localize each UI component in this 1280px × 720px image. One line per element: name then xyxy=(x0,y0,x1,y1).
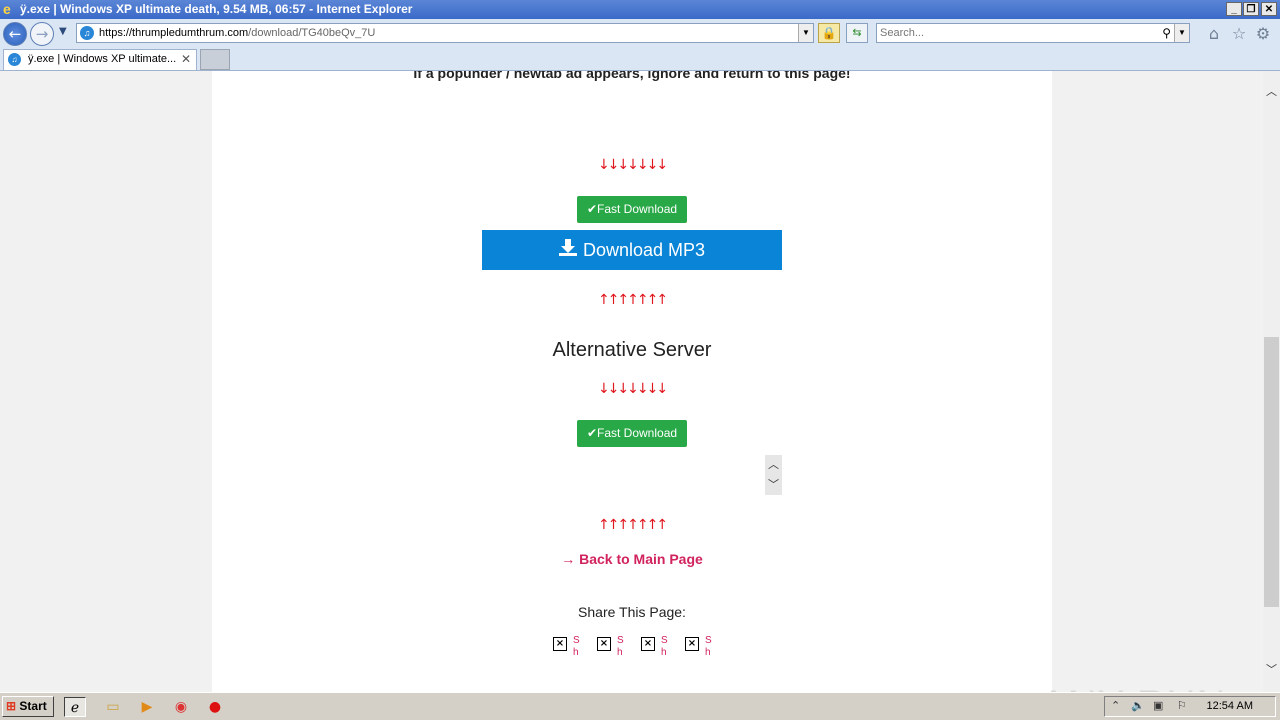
home-icon[interactable]: ⌂ xyxy=(1204,24,1224,44)
network-icon[interactable]: ▣ xyxy=(1153,697,1163,716)
chevron-up-icon[interactable]: ︿ xyxy=(765,455,782,475)
vertical-scrollbar[interactable]: ︿ ﹀ xyxy=(1263,71,1280,692)
search-box[interactable]: ⚲ ▼ xyxy=(876,23,1190,43)
tab-favicon-icon: ♫ xyxy=(8,53,21,66)
back-arrow-icon: ← xyxy=(8,25,22,43)
embedded-scroll-control[interactable]: ︿ ﹀ xyxy=(765,455,782,495)
down-arrows-alt: ↓↓↓↓↓↓↓ xyxy=(597,381,668,397)
tab-label: ÿ.exe | Windows XP ultimate... xyxy=(28,53,177,65)
search-icon[interactable]: ⚲ xyxy=(1162,24,1171,42)
share-label: Share This Page: xyxy=(578,604,686,620)
up-arrows-alt: ↑↑↑↑↑↑↑ xyxy=(597,517,668,533)
restore-button[interactable]: ❐ xyxy=(1243,2,1259,16)
download-mp3-button[interactable]: Download MP3 xyxy=(482,230,782,270)
tab-active[interactable]: ♫ ÿ.exe | Windows XP ultimate... ✕ xyxy=(3,49,197,70)
volume-icon[interactable]: 🔈 xyxy=(1131,697,1145,716)
scroll-down-chevron-icon[interactable]: ﹀ xyxy=(1263,661,1280,677)
up-arrows: ↑↑↑↑↑↑↑ xyxy=(597,292,668,308)
address-dropdown-button[interactable]: ▼ xyxy=(798,24,813,42)
forward-arrow-icon: → xyxy=(35,25,49,43)
fast-download-button-alt[interactable]: ✔Fast Download xyxy=(577,420,687,447)
action-center-flag-icon[interactable]: ⚐ xyxy=(1177,697,1187,716)
window-title: ÿ.exe | Windows XP ultimate death, 9.54 … xyxy=(20,2,413,16)
anyrun-watermark-logo: ANY RUN xyxy=(1040,683,1226,692)
share-link-1[interactable]: S h xyxy=(573,635,581,659)
system-tray: ⌃ 🔈 ▣ ⚐ 12:54 AM xyxy=(1104,696,1276,717)
download-mp3-label: Download MP3 xyxy=(582,240,706,260)
settings-gear-icon[interactable]: ⚙ xyxy=(1253,24,1273,44)
navigation-bar: ← → ▼ ♫ https://thrumpledumthrum.com/dow… xyxy=(0,19,1280,48)
chevron-down-icon[interactable]: ﹀ xyxy=(765,475,782,495)
popunder-notice: If a popunder / newtab ad appears, ignor… xyxy=(413,71,851,81)
start-button[interactable]: ⊞ Start xyxy=(2,696,54,717)
windows-flag-icon: ⊞ xyxy=(6,699,17,713)
search-input[interactable] xyxy=(880,25,1150,41)
show-hidden-icons-icon[interactable]: ⌃ xyxy=(1111,697,1120,716)
down-arrows: ↓↓↓↓↓↓↓ xyxy=(597,157,668,173)
forward-button[interactable]: → xyxy=(30,22,54,46)
tab-close-icon[interactable]: ✕ xyxy=(181,50,191,69)
address-url[interactable]: https://thrumpledumthrum.com/download/TG… xyxy=(99,24,375,42)
broken-image-icon[interactable]: × xyxy=(597,637,611,651)
share-link-4[interactable]: S h xyxy=(705,635,713,659)
chrome-icon[interactable]: ◉ xyxy=(170,697,192,717)
clock[interactable]: 12:54 AM xyxy=(1207,697,1253,716)
scroll-up-chevron-icon[interactable]: ︿ xyxy=(1263,83,1280,99)
tab-bar: ♫ ÿ.exe | Windows XP ultimate... ✕ xyxy=(0,48,1280,71)
window-title-bar: e ÿ.exe | Windows XP ultimate death, 9.5… xyxy=(0,0,1280,19)
security-lock-icon[interactable]: 🔒 xyxy=(818,23,840,43)
search-dropdown-button[interactable]: ▼ xyxy=(1174,24,1189,42)
minimize-button[interactable]: _ xyxy=(1226,2,1242,16)
media-player-icon[interactable]: ▶ xyxy=(136,697,158,717)
file-explorer-icon[interactable]: ▭ xyxy=(102,697,124,717)
download-icon xyxy=(558,230,577,270)
share-link-3[interactable]: S h xyxy=(661,635,669,659)
page-viewport: If a popunder / newtab ad appears, ignor… xyxy=(0,71,1263,692)
page-content: If a popunder / newtab ad appears, ignor… xyxy=(212,71,1052,692)
broken-image-icon[interactable]: × xyxy=(641,637,655,651)
alternative-server-heading: Alternative Server xyxy=(552,339,712,361)
favorites-star-icon[interactable]: ☆ xyxy=(1229,24,1249,44)
back-button[interactable]: ← xyxy=(3,22,27,46)
broken-image-icon[interactable]: × xyxy=(685,637,699,651)
internet-explorer-icon: e xyxy=(3,1,11,17)
recent-pages-dropdown[interactable]: ▼ xyxy=(59,26,67,37)
share-link-2[interactable]: S h xyxy=(617,635,625,659)
fast-download-button[interactable]: ✔Fast Download xyxy=(577,196,687,223)
warning-icon[interactable]: ● xyxy=(204,697,226,717)
new-tab-button[interactable] xyxy=(200,49,230,70)
address-bar[interactable]: ♫ https://thrumpledumthrum.com/download/… xyxy=(76,23,814,43)
taskbar: ⊞ Start ℯ ▭ ▶ ◉ ● ⌃ 🔈 ▣ ⚐ 12:54 AM xyxy=(0,692,1280,720)
back-to-main-page-link[interactable]: → Back to Main Page xyxy=(212,551,1052,567)
internet-explorer-taskbar-icon[interactable]: ℯ xyxy=(64,697,86,717)
close-window-button[interactable]: ✕ xyxy=(1261,2,1277,16)
refresh-button[interactable]: ⇆ xyxy=(846,23,868,43)
broken-image-icon[interactable]: × xyxy=(553,637,567,651)
site-favicon-icon: ♫ xyxy=(80,26,94,40)
scrollbar-thumb[interactable] xyxy=(1264,337,1279,607)
